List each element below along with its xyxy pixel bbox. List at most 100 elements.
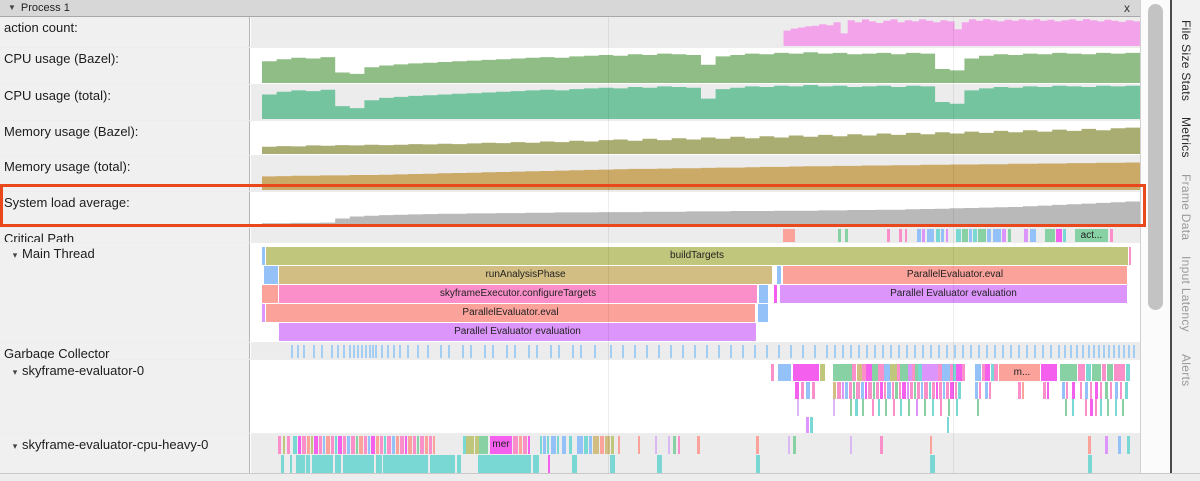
slice[interactable] <box>895 382 898 399</box>
slice[interactable] <box>975 364 981 381</box>
slice[interactable] <box>916 399 918 416</box>
slice[interactable] <box>838 229 841 242</box>
gc-event-tick[interactable] <box>291 345 293 358</box>
slice-mer[interactable]: mer <box>490 436 512 454</box>
slice[interactable] <box>946 229 948 242</box>
gc-event-tick[interactable] <box>866 345 868 358</box>
slice[interactable] <box>1065 399 1067 416</box>
slice[interactable] <box>323 436 325 454</box>
slice[interactable] <box>413 436 416 454</box>
gc-event-tick[interactable] <box>470 345 472 358</box>
gc-event-tick[interactable] <box>297 345 299 358</box>
gc-event-tick[interactable] <box>994 345 996 358</box>
gc-event-tick[interactable] <box>914 345 916 358</box>
slice[interactable] <box>908 399 910 416</box>
slice[interactable] <box>1092 364 1101 381</box>
slice[interactable] <box>872 399 874 416</box>
gc-event-tick[interactable] <box>357 345 359 358</box>
slice[interactable] <box>376 436 379 454</box>
slice[interactable] <box>1085 382 1088 399</box>
gc-event-tick[interactable] <box>706 345 708 358</box>
slice[interactable] <box>1062 382 1065 399</box>
slice[interactable] <box>922 229 925 242</box>
slice[interactable] <box>1095 382 1098 399</box>
gc-event-tick[interactable] <box>361 345 363 358</box>
slice[interactable] <box>1022 382 1024 399</box>
slice[interactable] <box>862 399 864 416</box>
slice[interactable] <box>1107 399 1109 416</box>
slice-skyframeexecutor-configuretargets[interactable]: skyframeExecutor.configureTargets <box>279 285 757 303</box>
slice-parallelevaluator-eval[interactable]: ParallelEvaluator.eval <box>266 304 755 322</box>
slice[interactable] <box>924 399 926 416</box>
slice[interactable] <box>638 436 640 454</box>
slice[interactable] <box>523 436 527 454</box>
slice[interactable] <box>890 364 897 381</box>
slice[interactable] <box>876 382 879 399</box>
track-timeline-critical-path[interactable]: act... <box>251 228 1140 242</box>
gc-event-tick[interactable] <box>954 345 956 358</box>
gc-event-tick[interactable] <box>492 345 494 358</box>
slice[interactable] <box>774 285 777 303</box>
gc-event-tick[interactable] <box>890 345 892 358</box>
slice[interactable] <box>312 455 333 473</box>
slice[interactable] <box>528 436 530 454</box>
gc-event-tick[interactable] <box>313 345 315 358</box>
slice[interactable] <box>283 436 285 454</box>
slice[interactable] <box>833 364 852 381</box>
slice[interactable] <box>262 285 278 303</box>
slice[interactable] <box>978 229 986 242</box>
slice[interactable] <box>331 436 334 454</box>
slice[interactable] <box>600 436 604 454</box>
gc-event-tick[interactable] <box>670 345 672 358</box>
gc-event-tick[interactable] <box>375 345 377 358</box>
slice[interactable] <box>868 382 872 399</box>
slice[interactable] <box>994 364 998 381</box>
gc-event-tick[interactable] <box>1050 345 1052 358</box>
slice[interactable] <box>1047 382 1049 399</box>
gc-event-tick[interactable] <box>938 345 940 358</box>
slice[interactable] <box>810 417 813 434</box>
gc-event-tick[interactable] <box>365 345 367 358</box>
gc-event-tick[interactable] <box>558 345 560 358</box>
slice[interactable] <box>433 436 435 454</box>
gc-event-tick[interactable] <box>1108 345 1110 358</box>
gc-event-tick[interactable] <box>874 345 876 358</box>
slice[interactable] <box>589 436 592 454</box>
collapse-track-icon[interactable]: ▾ <box>8 250 22 261</box>
gc-event-tick[interactable] <box>978 345 980 358</box>
slice[interactable] <box>1127 436 1130 454</box>
slice[interactable] <box>343 436 346 454</box>
slice[interactable] <box>1100 382 1102 399</box>
slice[interactable] <box>1030 229 1036 242</box>
gc-event-tick[interactable] <box>427 345 429 358</box>
slice[interactable] <box>584 436 588 454</box>
gc-event-tick[interactable] <box>682 345 684 358</box>
slice[interactable] <box>946 382 949 399</box>
slice[interactable] <box>1045 229 1055 242</box>
slice[interactable] <box>572 455 577 473</box>
slice[interactable] <box>533 455 539 473</box>
collapse-track-icon[interactable]: ▾ <box>8 367 22 378</box>
gc-event-tick[interactable] <box>321 345 323 358</box>
slice[interactable] <box>842 382 844 399</box>
slice[interactable] <box>993 229 1001 242</box>
slice[interactable] <box>296 455 305 473</box>
slice[interactable] <box>833 382 836 399</box>
slice[interactable] <box>387 436 391 454</box>
gc-event-tick[interactable] <box>1010 345 1012 358</box>
gc-event-tick[interactable] <box>694 345 696 358</box>
slice[interactable] <box>1041 364 1057 381</box>
slice[interactable] <box>1086 364 1091 381</box>
slice[interactable] <box>852 364 856 381</box>
slice[interactable] <box>932 382 935 399</box>
slice[interactable] <box>1105 382 1108 399</box>
slice[interactable] <box>298 436 301 454</box>
slice[interactable] <box>335 436 337 454</box>
slice[interactable] <box>771 364 774 381</box>
gc-event-tick[interactable] <box>898 345 900 358</box>
slice[interactable] <box>973 229 977 242</box>
gc-event-tick[interactable] <box>1093 345 1095 358</box>
slice[interactable] <box>861 382 864 399</box>
slice[interactable] <box>940 399 942 416</box>
gc-event-tick[interactable] <box>802 345 804 358</box>
